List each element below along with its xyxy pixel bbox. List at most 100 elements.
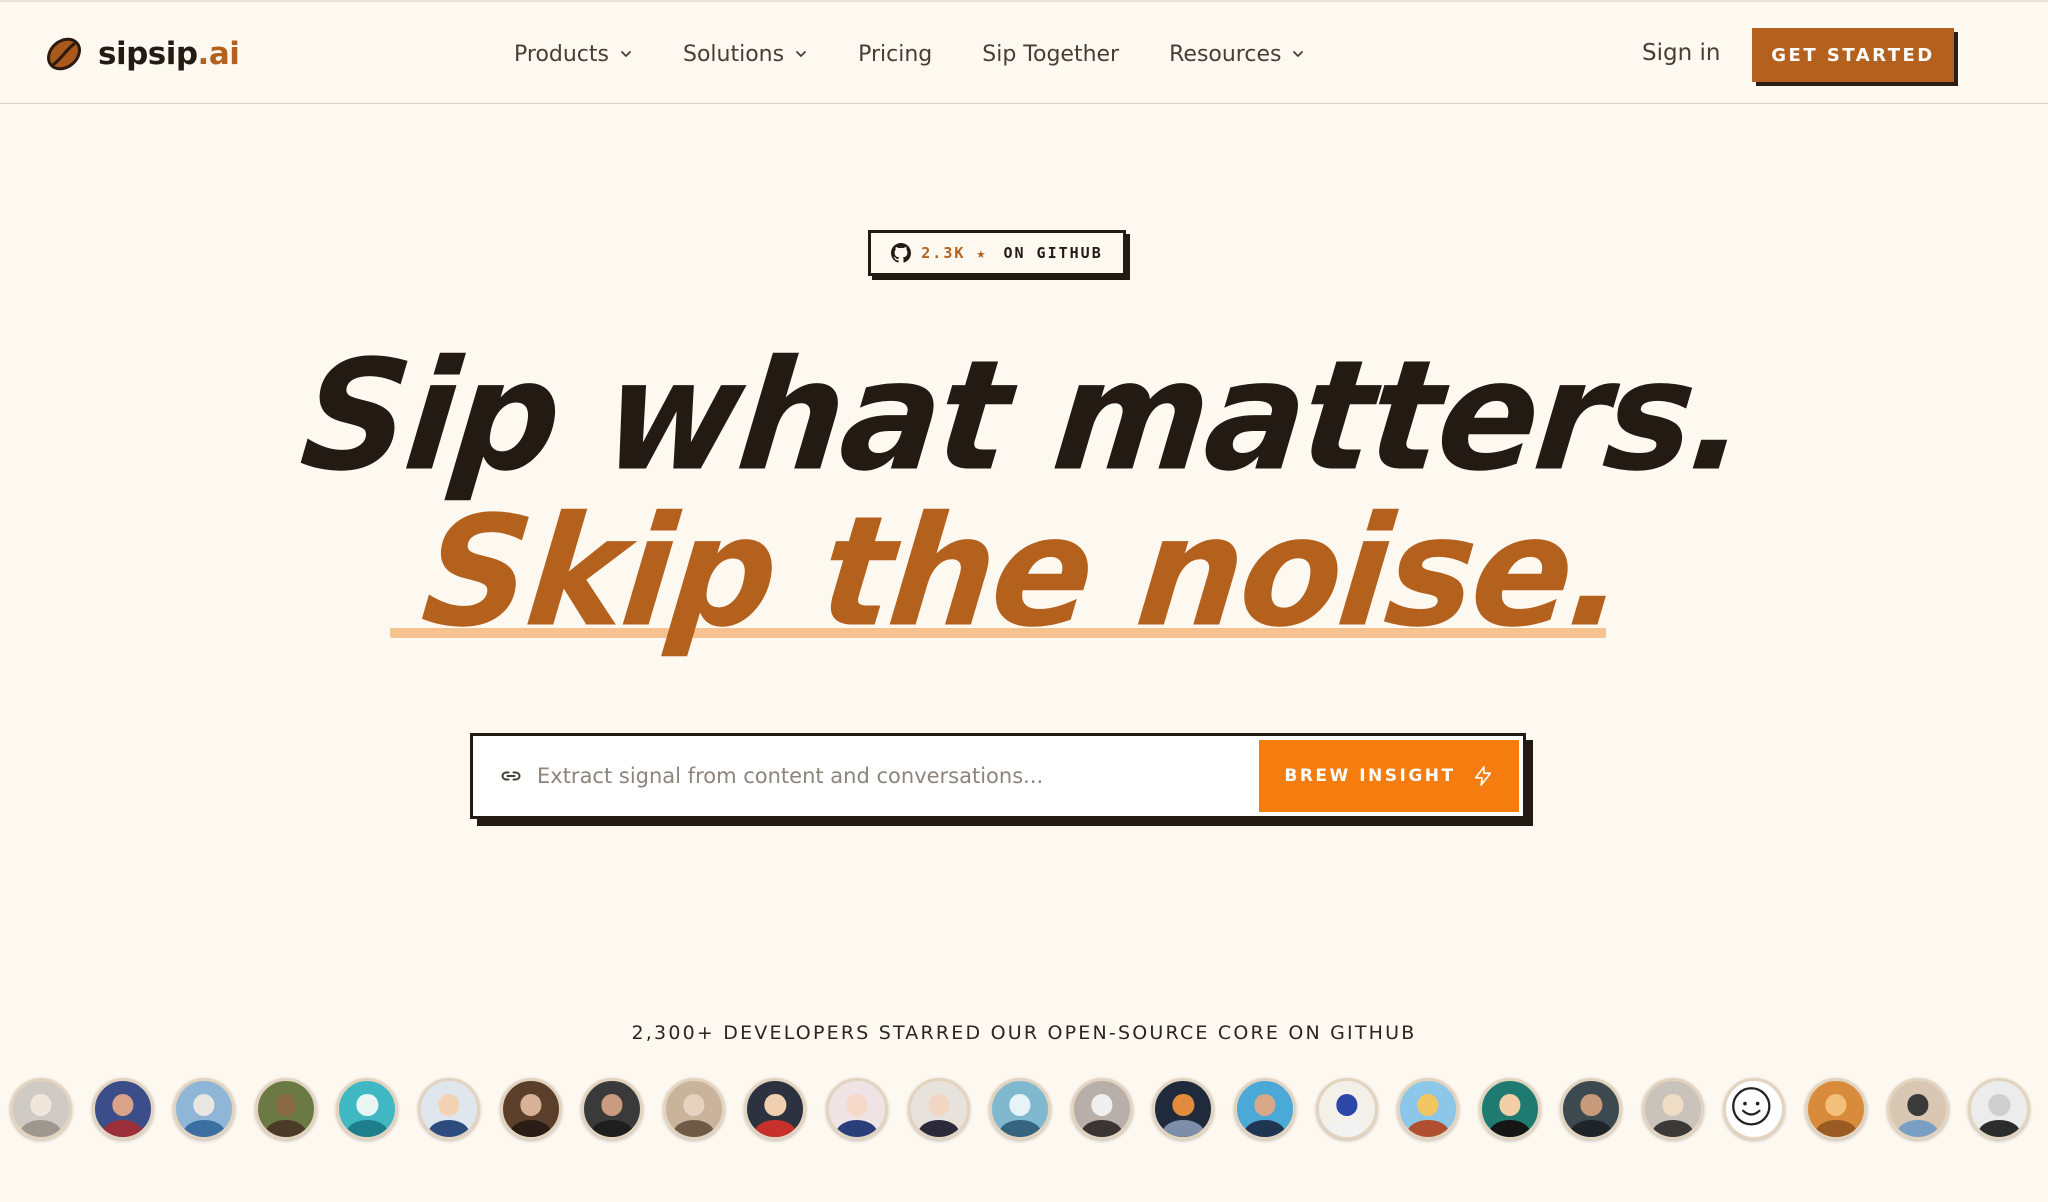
avatar-body bbox=[20, 1120, 62, 1137]
chevron-down-icon bbox=[1293, 51, 1304, 57]
avatar-face bbox=[1172, 1094, 1194, 1116]
avatar-body bbox=[754, 1120, 797, 1137]
lightning-bolt-icon bbox=[1474, 766, 1491, 786]
avatar-face bbox=[1825, 1094, 1847, 1116]
star-count: 2.3K ★ bbox=[921, 244, 988, 262]
developer-avatar[interactable] bbox=[10, 1078, 72, 1140]
avatar-face bbox=[683, 1094, 705, 1116]
hero-headline-line1: Sip what matters. bbox=[294, 327, 1754, 505]
nav-item-pricing[interactable]: Pricing bbox=[858, 42, 932, 67]
social-proof-text: 2,300+ DEVELOPERS STARRED OUR OPEN-SOURC… bbox=[631, 1022, 1417, 1044]
developer-avatar[interactable] bbox=[1968, 1078, 2031, 1140]
avatar-face bbox=[30, 1094, 52, 1116]
avatar-face bbox=[1580, 1094, 1602, 1116]
developer-avatar[interactable] bbox=[1315, 1078, 1378, 1140]
developer-avatar[interactable] bbox=[499, 1078, 562, 1140]
developer-avatar[interactable] bbox=[1886, 1078, 1949, 1140]
nav-item-label: Products bbox=[514, 41, 609, 67]
developer-avatar[interactable] bbox=[825, 1078, 888, 1140]
avatar-body bbox=[1896, 1120, 1939, 1137]
nav-item-products[interactable]: Products bbox=[514, 42, 633, 67]
developer-avatar[interactable] bbox=[907, 1078, 970, 1140]
logo-link[interactable]: sipsip.ai bbox=[44, 34, 240, 74]
developer-avatar[interactable] bbox=[581, 1078, 644, 1140]
avatar-face bbox=[1254, 1094, 1276, 1116]
link-icon bbox=[501, 771, 521, 781]
avatar-face bbox=[111, 1094, 134, 1116]
avatar-body bbox=[1244, 1120, 1286, 1137]
avatar-face bbox=[601, 1094, 623, 1116]
github-stars-badge[interactable]: 2.3K ★ ON GITHUB bbox=[868, 230, 1126, 276]
avatar-face bbox=[1417, 1094, 1439, 1116]
developer-avatar[interactable] bbox=[1805, 1078, 1868, 1140]
developer-avatar[interactable] bbox=[1397, 1078, 1460, 1140]
developer-avatar[interactable] bbox=[173, 1078, 236, 1140]
brew-insight-button[interactable]: BREW INSIGHT bbox=[1259, 740, 1519, 812]
avatar-face bbox=[1009, 1094, 1031, 1116]
avatar-face bbox=[193, 1094, 215, 1116]
hero-headline-line2: Skip the noise. bbox=[415, 483, 1633, 661]
github-icon bbox=[891, 243, 912, 263]
developer-avatar[interactable] bbox=[1560, 1078, 1623, 1140]
developer-avatar[interactable] bbox=[1478, 1078, 1541, 1140]
developer-avatar[interactable] bbox=[417, 1078, 480, 1140]
brew-insight-label: BREW INSIGHT bbox=[1284, 766, 1456, 786]
nav-item-label: Pricing bbox=[858, 41, 933, 67]
avatar-body bbox=[428, 1120, 470, 1137]
avatar-face bbox=[846, 1094, 868, 1116]
nav-item-sip-together[interactable]: Sip Together bbox=[982, 42, 1119, 67]
avatar-body bbox=[101, 1120, 144, 1137]
avatar-face bbox=[1988, 1094, 2010, 1116]
developer-avatars bbox=[10, 1078, 2048, 1142]
avatar-body bbox=[265, 1120, 307, 1137]
developer-avatar[interactable] bbox=[1152, 1078, 1215, 1140]
developer-avatar[interactable] bbox=[1723, 1078, 1786, 1140]
developer-avatar[interactable] bbox=[254, 1078, 317, 1140]
main-menu: Products Solutions Pricing Sip Together … bbox=[514, 2, 1355, 106]
avatar-face bbox=[764, 1094, 786, 1116]
nav-item-resources[interactable]: Resources bbox=[1169, 42, 1305, 67]
avatar-face bbox=[275, 1094, 297, 1116]
get-started-button[interactable]: GET STARTED bbox=[1752, 28, 1954, 82]
search-input-wrap bbox=[473, 736, 1259, 816]
avatar-face bbox=[356, 1094, 379, 1116]
developer-avatar[interactable] bbox=[1070, 1078, 1133, 1140]
avatar-body bbox=[1407, 1120, 1449, 1137]
avatar-body bbox=[1652, 1120, 1694, 1137]
avatar-body bbox=[999, 1120, 1041, 1137]
chevron-down-icon bbox=[621, 51, 631, 57]
avatar-body bbox=[1488, 1120, 1531, 1137]
logo-text: sipsip.ai bbox=[98, 36, 240, 72]
avatar-body bbox=[1978, 1120, 2020, 1137]
developer-avatar[interactable] bbox=[662, 1078, 725, 1140]
avatar-face bbox=[519, 1094, 542, 1116]
search-input[interactable] bbox=[537, 764, 1259, 788]
avatar-face bbox=[1091, 1094, 1113, 1116]
developer-avatar[interactable] bbox=[1233, 1078, 1296, 1140]
avatar-body bbox=[1570, 1120, 1612, 1137]
badge-label: ON GITHUB bbox=[1003, 244, 1103, 262]
avatar-body bbox=[509, 1120, 552, 1137]
developer-avatar[interactable] bbox=[1641, 1078, 1704, 1140]
avatar-face bbox=[1907, 1094, 1929, 1116]
avatar-body bbox=[1162, 1120, 1205, 1137]
sign-in-link[interactable]: Sign in bbox=[1642, 40, 1720, 66]
avatar-face bbox=[927, 1094, 950, 1116]
avatar-body bbox=[346, 1120, 389, 1137]
avatar-face bbox=[1335, 1094, 1358, 1116]
avatar-body bbox=[1081, 1120, 1123, 1137]
developer-avatar[interactable] bbox=[91, 1078, 154, 1140]
nav-item-solutions[interactable]: Solutions bbox=[683, 42, 808, 67]
avatar-face bbox=[438, 1094, 460, 1116]
avatar-body bbox=[1815, 1120, 1857, 1137]
developer-avatar[interactable] bbox=[989, 1078, 1052, 1140]
developer-avatar[interactable] bbox=[744, 1078, 807, 1140]
avatar-face bbox=[1499, 1094, 1521, 1116]
smiley-face-icon bbox=[1732, 1087, 1771, 1126]
avatar-body bbox=[183, 1120, 225, 1137]
nav-item-label: Solutions bbox=[683, 41, 785, 67]
developer-avatar[interactable] bbox=[336, 1078, 399, 1140]
logo-ext: .ai bbox=[197, 36, 240, 72]
avatar-body bbox=[836, 1120, 878, 1137]
logo-main: sipsip bbox=[98, 36, 198, 72]
